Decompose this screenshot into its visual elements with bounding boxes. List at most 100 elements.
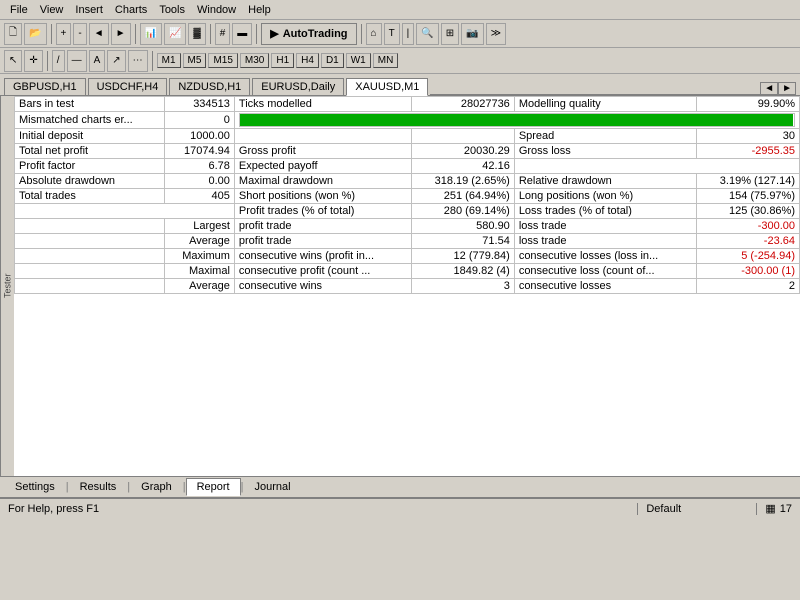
cell-value: -23.64 <box>696 234 799 249</box>
cell-value: 154 (75.97%) <box>696 189 799 204</box>
cell-label: Long positions (won %) <box>514 189 696 204</box>
cell-label: profit trade <box>234 219 411 234</box>
cell-label: Profit factor <box>15 159 165 174</box>
indicator-btn[interactable]: ⌂ <box>366 23 382 45</box>
cell-empty <box>514 159 799 174</box>
line-chart-btn[interactable]: 📈 <box>164 23 186 45</box>
toolbar1: 🗋 📂 + - ◄ ► 📊 📈 ▓ # ▬ ▶ AutoTrading ⌂ T … <box>0 20 800 48</box>
cell-label: Loss trades (% of total) <box>514 204 696 219</box>
text-btn[interactable]: A <box>89 50 106 72</box>
table-row: Average profit trade 71.54 loss trade -2… <box>15 234 800 249</box>
bottom-tab-results[interactable]: Results <box>69 478 128 496</box>
cell-value: 12 (779.84) <box>411 249 514 264</box>
menu-charts[interactable]: Charts <box>109 4 153 16</box>
sep2 <box>135 24 136 44</box>
cell-empty <box>15 279 165 294</box>
tab-nzdusd[interactable]: NZDUSD,H1 <box>169 78 250 95</box>
table-row: Average consecutive wins 3 consecutive l… <box>15 279 800 294</box>
cell-value: 99.90% <box>696 97 799 112</box>
table-row: Absolute drawdown 0.00 Maximal drawdown … <box>15 174 800 189</box>
cell-value: 0.00 <box>165 174 234 189</box>
line-btn[interactable]: / <box>52 50 65 72</box>
tab-usdchf[interactable]: USDCHF,H4 <box>88 78 168 95</box>
menu-window[interactable]: Window <box>191 4 242 16</box>
autotrading-btn[interactable]: ▶ AutoTrading <box>261 23 356 45</box>
open-btn[interactable]: 📂 <box>24 23 46 45</box>
cell-sublabel: Largest <box>165 219 234 234</box>
volume-btn[interactable]: ▬ <box>232 23 252 45</box>
cursor-btn[interactable]: ↖ <box>4 50 22 72</box>
cell-label: Modelling quality <box>514 97 696 112</box>
period-mn[interactable]: MN <box>373 53 399 68</box>
cell-label: Expected payoff <box>234 159 411 174</box>
report-content[interactable]: Bars in test 334513 Ticks modelled 28027… <box>14 96 800 476</box>
period-d1[interactable]: D1 <box>321 53 344 68</box>
period-sep-btn[interactable]: | <box>402 23 415 45</box>
cell-empty <box>15 264 165 279</box>
cell-empty <box>15 204 235 219</box>
status-help: For Help, press F1 <box>0 503 637 515</box>
period-m1[interactable]: M1 <box>157 53 181 68</box>
zoom-full-btn[interactable]: ⊞ <box>441 23 459 45</box>
menu-help[interactable]: Help <box>242 4 277 16</box>
menu-file[interactable]: File <box>4 4 34 16</box>
scroll-right-btn[interactable]: ► <box>111 23 131 45</box>
autotrading-icon: ▶ <box>270 27 278 40</box>
table-row: Mismatched charts er... 0 <box>15 112 800 129</box>
tab-scroll-left[interactable]: ◄ <box>760 82 778 95</box>
new-chart-btn[interactable]: 🗋 <box>4 23 22 45</box>
period-m5[interactable]: M5 <box>183 53 207 68</box>
cell-label: Profit trades (% of total) <box>234 204 411 219</box>
crosshair-btn[interactable]: ✛ <box>24 50 42 72</box>
scroll-left-btn[interactable]: ◄ <box>89 23 109 45</box>
arrow-btn[interactable]: ↗ <box>107 50 125 72</box>
bottom-tab-settings[interactable]: Settings <box>4 478 66 496</box>
grid-btn[interactable]: # <box>215 23 231 45</box>
cell-value: -2955.35 <box>696 144 799 159</box>
screenshot-btn[interactable]: 📷 <box>461 23 483 45</box>
cell-label: Maximal drawdown <box>234 174 411 189</box>
main-area: Tester Bars in test 334513 Ticks modelle… <box>0 96 800 476</box>
menu-insert[interactable]: Insert <box>69 4 109 16</box>
template-btn[interactable]: T <box>384 23 400 45</box>
cell-value: 17074.94 <box>165 144 234 159</box>
cell-empty <box>15 249 165 264</box>
tab-gbpusd[interactable]: GBPUSD,H1 <box>4 78 86 95</box>
tab-eurusd[interactable]: EURUSD,Daily <box>252 78 344 95</box>
period-m15[interactable]: M15 <box>208 53 237 68</box>
cell-label: consecutive wins <box>234 279 411 294</box>
cell-label: Relative drawdown <box>514 174 696 189</box>
sep1 <box>51 24 52 44</box>
hline-btn[interactable]: — <box>67 50 87 72</box>
bottom-tab-graph[interactable]: Graph <box>130 478 183 496</box>
period-h1[interactable]: H1 <box>271 53 294 68</box>
menu-view[interactable]: View <box>34 4 70 16</box>
table-row: Profit trades (% of total) 280 (69.14%) … <box>15 204 800 219</box>
table-row: Initial deposit 1000.00 Spread 30 <box>15 129 800 144</box>
candle-btn[interactable]: ▓ <box>188 23 205 45</box>
zoom-out-btn[interactable]: - <box>73 23 86 45</box>
period-w1[interactable]: W1 <box>346 53 371 68</box>
bottom-tab-report[interactable]: Report <box>186 478 241 496</box>
menu-tools[interactable]: Tools <box>153 4 191 16</box>
cell-label: Total net profit <box>15 144 165 159</box>
fib-btn[interactable]: ⋯ <box>128 50 148 72</box>
autotrading-label: AutoTrading <box>283 28 348 40</box>
sep6 <box>47 51 48 71</box>
tab-scroll-right[interactable]: ► <box>778 82 796 95</box>
more-btn[interactable]: ≫ <box>486 23 506 45</box>
cell-label: Total trades <box>15 189 165 204</box>
period-h4[interactable]: H4 <box>296 53 319 68</box>
period-m30[interactable]: M30 <box>240 53 269 68</box>
cell-empty <box>15 234 165 249</box>
tab-xauusd[interactable]: XAUUSD,M1 <box>346 78 428 96</box>
progress-bar-fill <box>240 114 794 126</box>
cell-label: loss trade <box>514 219 696 234</box>
magnify-btn[interactable]: 🔍 <box>416 23 438 45</box>
cell-value: 5 (-254.94) <box>696 249 799 264</box>
zoom-in-btn[interactable]: + <box>56 23 72 45</box>
bottom-tab-journal[interactable]: Journal <box>243 478 301 496</box>
cell-value: 20030.29 <box>411 144 514 159</box>
progress-bar-container <box>239 113 795 127</box>
chart-type-btn[interactable]: 📊 <box>140 23 162 45</box>
